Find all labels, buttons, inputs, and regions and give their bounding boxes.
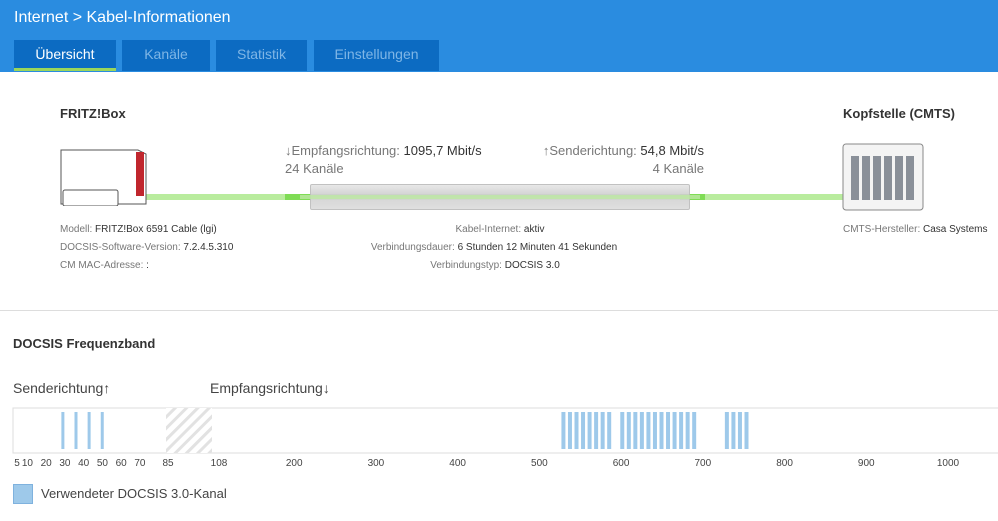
downstream-label: Empfangsrichtung↓ [210, 380, 330, 396]
downstream-channel-bar [737, 412, 742, 449]
downstream-channel-bar [567, 412, 572, 449]
downstream-channel-bar [620, 412, 625, 449]
downstream-channel-bar [561, 412, 566, 449]
tick-label: 500 [531, 458, 548, 469]
tab-statistik[interactable]: Statistik [216, 40, 307, 71]
downstream-channel-bar [659, 412, 664, 449]
downstream-channel-bar [581, 412, 586, 449]
downstream-channel-bar [639, 412, 644, 449]
model-info: Modell: FRITZ!Box 6591 Cable (lgi) [60, 224, 217, 235]
tick-label: 900 [858, 458, 875, 469]
downstream-channel-bar [666, 412, 671, 449]
upstream-channel-bar [74, 412, 78, 449]
tick-label: 30 [59, 458, 71, 469]
band-frame [12, 407, 998, 454]
tick-label: 800 [776, 458, 793, 469]
downstream-channel-bar [731, 412, 736, 449]
downstream-channels: 24 Kanäle [285, 161, 344, 176]
section-divider [0, 310, 998, 311]
downstream-rate: ↓Empfangsrichtung: 1095,7 Mbit/s [285, 143, 482, 158]
frequency-band-chart: 5 10 20 30 40 50 60 70 85 108 200 300 400 500 600 700 80… [12, 407, 998, 469]
tick-label: 10 [22, 458, 34, 469]
cable-internet-status: Kabel-Internet: aktiv [455, 224, 545, 235]
upstream-channel-bar [100, 412, 104, 449]
tick-label: 108 [211, 458, 228, 469]
tick-label: 70 [134, 458, 146, 469]
downstream-channel-bar [744, 412, 749, 449]
unused-gap-region [166, 408, 212, 453]
tick-label: 40 [78, 458, 90, 469]
tick-label: 300 [368, 458, 385, 469]
downstream-channel-bar [600, 412, 605, 449]
downstream-channel-bar [574, 412, 579, 449]
downstream-channel-bar [633, 412, 638, 449]
tick-label: 1000 [937, 458, 960, 469]
tick-label: 200 [286, 458, 303, 469]
upstream-label: Senderichtung↑ [13, 380, 111, 396]
tick-label: 85 [162, 458, 174, 469]
downstream-channel-bar [692, 412, 697, 449]
tab-kanaele[interactable]: Kanäle [122, 40, 210, 71]
tab-uebersicht[interactable]: Übersicht [14, 40, 116, 71]
mac-address-info: CM MAC-Adresse: : [60, 260, 149, 271]
band-title: DOCSIS Frequenzband [13, 336, 156, 351]
upstream-channel-bar [87, 412, 91, 449]
tick-label: 400 [449, 458, 466, 469]
downstream-channel-bar [587, 412, 592, 449]
tick-label: 5 [14, 458, 20, 469]
connection-type: Verbindungstyp: DOCSIS 3.0 [430, 260, 560, 271]
tick-label: 60 [116, 458, 128, 469]
cmts-manufacturer: CMTS-Hersteller: Casa Systems [843, 224, 988, 235]
downstream-channel-bar [594, 412, 599, 449]
downstream-channel-bar [626, 412, 631, 449]
header: Internet > Kabel-Informationen Übersicht… [0, 0, 998, 72]
connection-duration: Verbindungsdauer: 6 Stunden 12 Minuten 4… [370, 242, 618, 253]
tab-einstellungen[interactable]: Einstellungen [314, 40, 439, 71]
tick-label: 700 [694, 458, 711, 469]
tick-label: 600 [613, 458, 630, 469]
tick-label: 20 [41, 458, 53, 469]
downstream-channel-bar [646, 412, 651, 449]
legend-swatch [13, 484, 33, 504]
tick-label: 50 [97, 458, 109, 469]
downstream-channel-bar [672, 412, 677, 449]
downstream-channel-bar [679, 412, 684, 449]
downstream-channel-bar [607, 412, 612, 449]
software-version-info: DOCSIS-Software-Version: 7.2.4.5.310 [60, 242, 234, 253]
legend-label: Verwendeter DOCSIS 3.0-Kanal [41, 486, 227, 501]
cable-core [300, 195, 700, 199]
downstream-channel-bar [652, 412, 657, 449]
cmts-server-icon [842, 143, 924, 211]
breadcrumb: Internet > Kabel-Informationen [14, 9, 231, 26]
upstream-channel-bar [61, 412, 65, 449]
downstream-channel-bar [685, 412, 690, 449]
upstream-rate: ↑Senderichtung: 54,8 Mbit/s [542, 143, 704, 158]
upstream-channels: 4 Kanäle [652, 161, 704, 176]
downstream-channel-bar [724, 412, 729, 449]
device-title: FRITZ!Box [60, 106, 126, 121]
fritzbox-router-icon [60, 149, 147, 206]
cmts-title: Kopfstelle (CMTS) [843, 106, 955, 121]
